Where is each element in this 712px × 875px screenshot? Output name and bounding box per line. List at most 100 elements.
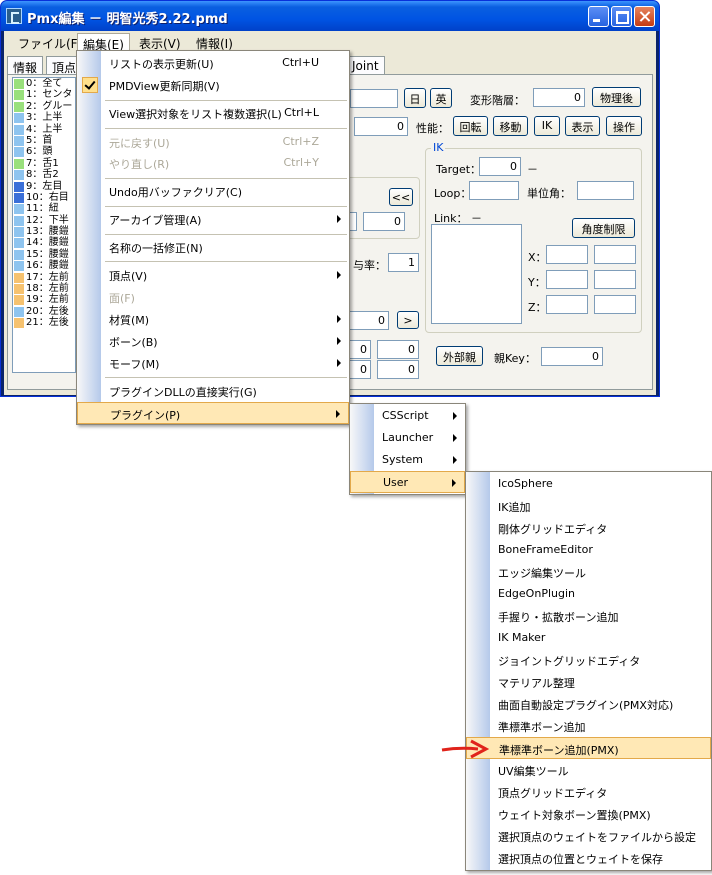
menu-item-user-plugin[interactable]: 選択頂点の位置とウェイトを保存 xyxy=(466,847,711,869)
menu-item-user[interactable]: User xyxy=(350,471,465,493)
list-item[interactable]: 1：センタ xyxy=(13,89,75,101)
ik-z-min-input[interactable] xyxy=(546,295,588,314)
japanese-button[interactable]: 日 xyxy=(404,88,426,108)
menu-edit[interactable]: 編集(E) xyxy=(77,33,130,52)
menu-item-user-plugin[interactable]: 準標準ボーン追加(PMX) xyxy=(466,737,711,759)
menu-item-plugin-dll[interactable]: プラグインDLLの直接実行(G) xyxy=(77,380,349,402)
rotate-button[interactable]: 回転 xyxy=(453,116,488,136)
menu-item-bone[interactable]: ボーン(B) xyxy=(77,330,349,352)
list-item[interactable]: 10：右目 xyxy=(13,192,75,203)
menu-item-user-plugin[interactable]: BoneFrameEditor xyxy=(466,539,711,561)
menu-item-system[interactable]: System xyxy=(350,449,465,471)
list-item[interactable]: 4：上半 xyxy=(13,124,75,135)
list-item[interactable]: 7：舌1 xyxy=(13,158,75,169)
tab-joint[interactable]: Joint xyxy=(346,56,385,75)
display-button[interactable]: 表示 xyxy=(565,116,600,136)
list-item[interactable]: 6：頭 xyxy=(13,146,75,158)
bone-list[interactable]: 0：全て 1：センタ 2：グルー 3：上半 4：上半 5：首 6：頭 7：舌1 8：舌2 9：左目… xyxy=(12,77,76,373)
menu-item-user-plugin[interactable]: IcoSphere xyxy=(466,473,711,495)
angle-limit-button[interactable]: 角度制限 xyxy=(572,218,635,238)
menu-item-face[interactable]: 面(F) xyxy=(77,286,349,308)
ik-unit-angle-input[interactable] xyxy=(577,181,634,200)
list-item[interactable]: 2：グルー xyxy=(13,101,75,112)
list-item[interactable]: 3：上半 xyxy=(13,112,75,124)
ik-y-min-input[interactable] xyxy=(546,270,588,289)
list-item[interactable]: 14：腰鎧 xyxy=(13,237,75,249)
list-item[interactable]: 9：左目 xyxy=(13,181,75,192)
menu-item-user-plugin[interactable]: 選択頂点のウェイトをファイルから設定 xyxy=(466,825,711,847)
list-item[interactable]: 17：左前 xyxy=(13,272,75,283)
menu-item-vertex[interactable]: 頂点(V) xyxy=(77,264,349,286)
menu-item-undo[interactable]: 元に戻す(U) Ctrl+Z xyxy=(77,131,349,153)
menu-item-user-plugin[interactable]: マテリアル整理 xyxy=(466,671,711,693)
ik-button[interactable]: IK xyxy=(534,116,560,136)
offset-input-b[interactable]: 0 xyxy=(363,212,405,231)
ik-loop-input[interactable] xyxy=(469,181,519,200)
minimize-button[interactable] xyxy=(588,6,609,27)
ik-target-input[interactable]: 0 xyxy=(479,157,521,176)
maximize-button[interactable] xyxy=(611,6,632,27)
list-item[interactable]: 20：左後 xyxy=(13,306,75,317)
list-item[interactable]: 13：腰鎧 xyxy=(13,226,75,238)
menu-item-archive[interactable]: アーカイブ管理(A) xyxy=(77,208,349,230)
menu-item-user-plugin[interactable]: ジョイントグリッドエディタ xyxy=(466,649,711,671)
list-item[interactable]: 12：下半 xyxy=(13,215,75,226)
name-input[interactable] xyxy=(350,89,398,108)
menu-item-user-plugin[interactable]: ウェイト対象ボーン置換(PMX) xyxy=(466,803,711,825)
list-item[interactable]: 0：全て xyxy=(13,78,75,89)
menu-item-user-plugin[interactable]: 準標準ボーン追加 xyxy=(466,715,711,737)
menu-item-view-selection[interactable]: View選択対象をリスト複数選択(L) Ctrl+L xyxy=(77,102,349,124)
title-bar[interactable]: Pmx編集 － 明智光秀2.22.pmd xyxy=(1,1,659,31)
menu-item-user-plugin[interactable]: 手握り・拡散ボーン追加 xyxy=(466,605,711,627)
list-item[interactable]: 11：紐 xyxy=(13,203,75,215)
local-axis-input-2[interactable]: 0 xyxy=(377,340,419,359)
local-axis-input-4[interactable]: 0 xyxy=(377,360,419,379)
menu-item-user-plugin[interactable]: エッジ編集ツール xyxy=(466,561,711,583)
menu-item-user-plugin[interactable]: IK追加 xyxy=(466,495,711,517)
menu-view[interactable]: 表示(V) xyxy=(134,33,186,51)
ik-x-max-input[interactable] xyxy=(594,245,636,264)
tab-info[interactable]: 情報 xyxy=(7,56,44,75)
parent-input[interactable]: 0 xyxy=(354,117,408,136)
menu-item-user-plugin[interactable]: 曲面自動設定プラグイン(PMX対応) xyxy=(466,693,711,715)
menu-item-rename[interactable]: 名称の一括修正(N) xyxy=(77,236,349,258)
close-button[interactable] xyxy=(634,6,655,27)
menu-item-pmdview-sync[interactable]: PMDView更新同期(V) xyxy=(77,74,349,96)
next-button[interactable]: > xyxy=(397,311,419,329)
list-item[interactable]: 5：首 xyxy=(13,135,75,146)
local-axis-input-1[interactable]: 0 xyxy=(349,340,371,359)
menu-item-user-plugin[interactable]: IK Maker xyxy=(466,627,711,649)
ik-x-min-input[interactable] xyxy=(546,245,588,264)
operate-button[interactable]: 操作 xyxy=(606,116,642,136)
list-item[interactable]: 19：左前 xyxy=(13,294,75,306)
grant-rate-input[interactable]: 1 xyxy=(388,253,419,272)
list-item[interactable]: 8：舌2 xyxy=(13,169,75,181)
menu-item-user-plugin[interactable]: 剛体グリッドエディタ xyxy=(466,517,711,539)
menu-item-material[interactable]: 材質(M) xyxy=(77,308,349,330)
menu-item-redo[interactable]: やり直し(R) Ctrl+Y xyxy=(77,152,349,174)
menu-item-launcher[interactable]: Launcher xyxy=(350,427,465,449)
back-button[interactable]: << xyxy=(389,188,413,206)
transform-level-input[interactable]: 0 xyxy=(533,88,585,107)
after-physics-button[interactable]: 物理後 xyxy=(592,87,641,107)
parent-key-input[interactable]: 0 xyxy=(541,347,603,366)
local-axis-input-3[interactable]: 0 xyxy=(349,360,371,379)
ik-z-max-input[interactable] xyxy=(594,295,636,314)
menu-item-plugin[interactable]: プラグイン(P) xyxy=(77,402,349,424)
grant-parent-input[interactable]: 0 xyxy=(349,311,389,330)
menu-item-undo-clear[interactable]: Undo用バッファクリア(C) xyxy=(77,180,349,202)
ik-link-list[interactable] xyxy=(431,224,522,324)
list-item[interactable]: 15：腰鎧 xyxy=(13,249,75,260)
ik-y-max-input[interactable] xyxy=(594,270,636,289)
menu-info[interactable]: 情報(I) xyxy=(191,33,238,51)
menu-item-user-plugin[interactable]: 頂点グリッドエディタ xyxy=(466,781,711,803)
move-button[interactable]: 移動 xyxy=(493,116,528,136)
menu-item-refresh-list[interactable]: リストの表示更新(U) Ctrl+U xyxy=(77,52,349,74)
list-item[interactable]: 18：左前 xyxy=(13,283,75,295)
menu-item-morph[interactable]: モーフ(M) xyxy=(77,352,349,374)
english-button[interactable]: 英 xyxy=(430,88,452,108)
external-parent-button[interactable]: 外部親 xyxy=(436,346,483,366)
menu-item-user-plugin[interactable]: UV編集ツール xyxy=(466,759,711,781)
menu-item-csscript[interactable]: CSScript xyxy=(350,405,465,427)
menu-item-user-plugin[interactable]: EdgeOnPlugin xyxy=(466,583,711,605)
